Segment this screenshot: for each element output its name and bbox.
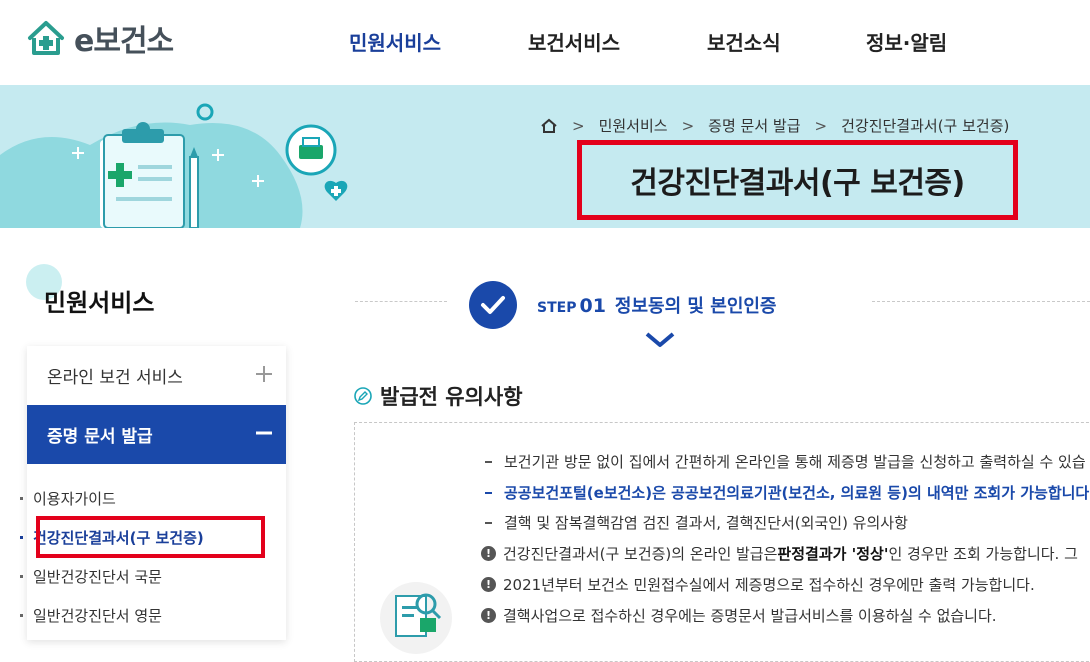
submenu-label: 이용자가이드 (33, 490, 116, 508)
step-check-badge (469, 281, 517, 329)
breadcrumb-separator: > (814, 116, 828, 135)
sidebar-item-label: 온라인 보건 서비스 (47, 368, 183, 388)
document-search-icon (395, 593, 442, 637)
step-divider-right (872, 301, 1090, 302)
submenu-user-guide[interactable]: 이용자가이드 (20, 488, 116, 509)
notice-text: 결핵사업으로 접수하신 경우에는 증명문서 발급서비스를 이용하실 수 없습니다… (503, 607, 997, 625)
notice-item: 보건기관 방문 없이 집에서 간편하게 온라인을 통해 제증명 발급을 신청하고… (485, 451, 1086, 472)
logo-house-icon (28, 21, 64, 55)
pencil-icon (354, 387, 372, 405)
sidebar-item-online-health[interactable]: 온라인 보건 서비스 (27, 346, 286, 405)
submenu-highlight-box (36, 516, 265, 558)
bullet (20, 536, 23, 539)
page-banner: > 민원서비스 > 증명 문서 발급 > 건강진단결과서(구 보건증) 건강진단… (0, 85, 1090, 228)
breadcrumb-current[interactable]: 건강진단결과서(구 보건증) (841, 115, 1009, 136)
nav-info-notice[interactable]: 정보·알림 (866, 27, 947, 56)
page-title-highlight: 건강진단결과서(구 보건증) (577, 140, 1018, 220)
site-logo[interactable]: e보건소 (26, 16, 174, 60)
dash-bullet (485, 491, 492, 494)
step-word: STEP (537, 300, 577, 316)
submenu-label: 일반건강진단서 국문 (33, 568, 162, 586)
notice-warning: ! 결핵사업으로 접수하신 경우에는 증명문서 발급서비스를 이용하실 수 없습… (481, 605, 997, 626)
breadcrumb-separator: > (572, 116, 585, 135)
notice-warning: ! 2021년부터 보건소 민원접수실에서 제증명으로 접수하신 경우에만 출력… (481, 574, 1035, 595)
chevron-down-icon (645, 332, 675, 347)
step-divider-left (355, 301, 447, 302)
notice-text: 공공보건포털(e보건소)은 공공보건의료기관(보건소, 의료원 등)의 내역만 … (504, 484, 1090, 502)
notice-bold-text: 판정결과가 '정상' (777, 545, 889, 563)
notice-warning: ! 건강진단결과서(구 보건증)의 온라인 발급은 판정결과가 '정상' 인 경우… (481, 543, 1078, 564)
notice-item: 결핵 및 잠복결핵감염 검진 결과서, 결핵진단서(외국인) 유의사항 (485, 512, 908, 533)
notice-text: 건강진단결과서(구 보건증)의 온라인 발급은 (503, 545, 778, 563)
submenu-general-korean[interactable]: 일반건강진단서 국문 (20, 566, 162, 587)
bullet (20, 575, 23, 578)
notice-text: 보건기관 방문 없이 집에서 간편하게 온라인을 통해 제증명 발급을 신청하고… (504, 453, 1086, 471)
notice-title: 발급전 유의사항 (380, 385, 523, 409)
plus-icon (256, 366, 272, 382)
page-title: 건강진단결과서(구 보건증) (630, 166, 965, 201)
site-header: e보건소 민원서비스 보건서비스 보건소식 정보·알림 (0, 0, 1090, 85)
sidebar-title: 민원서비스 (44, 289, 155, 317)
notice-header: 발급전 유의사항 (354, 381, 523, 411)
submenu-label: 일반건강진단서 영문 (33, 607, 162, 625)
notice-text: 2021년부터 보건소 민원접수실에서 제증명으로 접수하신 경우에만 출력 가… (503, 576, 1035, 594)
nav-health-news[interactable]: 보건소식 (707, 27, 781, 56)
dash-bullet (485, 521, 492, 524)
notice-item-highlight: 공공보건포털(e보건소)은 공공보건의료기관(보건소, 의료원 등)의 내역만 … (485, 482, 1089, 503)
breadcrumb-civil-service[interactable]: 민원서비스 (599, 115, 668, 136)
step-label: STEP 01 정보동의 및 본인인증 (537, 292, 777, 318)
exclamation-icon: ! (481, 608, 496, 623)
nav-health-service[interactable]: 보건서비스 (528, 27, 620, 56)
submenu-general-english[interactable]: 일반건강진단서 영문 (20, 605, 162, 626)
minus-icon (256, 431, 272, 435)
bullet (20, 614, 23, 617)
exclamation-icon: ! (481, 577, 496, 592)
clipboard-illustration-icon (0, 103, 348, 228)
sidebar-item-label: 증명 문서 발급 (47, 427, 153, 447)
logo-text: e보건소 (74, 24, 174, 59)
checkmark-icon (481, 296, 505, 314)
breadcrumb-certificate[interactable]: 증명 문서 발급 (708, 115, 800, 136)
home-icon[interactable] (540, 118, 558, 134)
breadcrumb-separator: > (681, 116, 695, 135)
bullet (20, 497, 23, 500)
notice-text: 인 경우만 조회 가능합니다. 그 (888, 545, 1078, 563)
nav-civil-service[interactable]: 민원서비스 (349, 27, 441, 56)
step-number: 01 (579, 295, 606, 317)
document-search-illustration (380, 582, 452, 654)
breadcrumb: > 민원서비스 > 증명 문서 발급 > 건강진단결과서(구 보건증) (540, 115, 1009, 136)
sidebar-item-certificate[interactable]: 증명 문서 발급 (27, 405, 286, 464)
notice-text: 결핵 및 잠복결핵감염 검진 결과서, 결핵진단서(외국인) 유의사항 (504, 514, 908, 532)
exclamation-icon: ! (481, 546, 496, 561)
step-text: 정보동의 및 본인인증 (614, 296, 777, 317)
dash-bullet (485, 460, 492, 463)
